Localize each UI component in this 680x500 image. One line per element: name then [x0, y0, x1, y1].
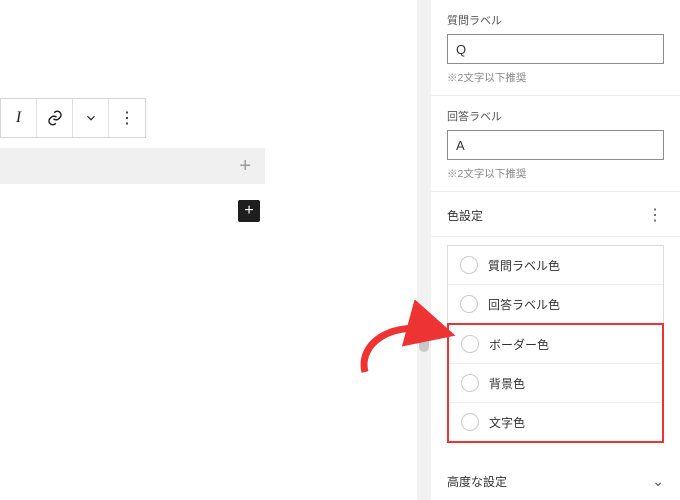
- color-swatch: [461, 413, 479, 431]
- chevron-down-icon: [84, 111, 98, 125]
- question-label-caption: 質問ラベル: [447, 12, 664, 28]
- color-row-answer-label[interactable]: 回答ラベル色: [448, 285, 663, 323]
- color-swatch: [460, 256, 478, 274]
- block-append-plus-icon[interactable]: +: [239, 156, 251, 176]
- italic-button[interactable]: I: [1, 99, 37, 137]
- app-root: I + + 質問ラベル ※2文字以下推奨 回答ラベル: [0, 0, 680, 500]
- color-settings-highlighted-box: ボーダー色 背景色 文字色: [447, 323, 664, 443]
- block-toolbar: I: [0, 98, 146, 138]
- color-row-label: 質問ラベル色: [488, 257, 560, 274]
- editor-block[interactable]: +: [0, 148, 265, 184]
- color-panel-more-button[interactable]: [646, 206, 664, 224]
- color-settings-box: 質問ラベル色 回答ラベル色: [447, 245, 664, 324]
- color-settings-list: 質問ラベル色 回答ラベル色 ボーダー色 背景色 文字色: [431, 237, 680, 457]
- color-swatch: [461, 374, 479, 392]
- question-label-hint: ※2文字以下推奨: [447, 70, 664, 85]
- color-row-label: 文字色: [489, 414, 525, 431]
- question-label-section: 質問ラベル ※2文字以下推奨: [431, 0, 680, 96]
- color-row-label: ボーダー色: [489, 336, 549, 353]
- color-row-label: 背景色: [489, 375, 525, 392]
- color-row-background[interactable]: 背景色: [449, 364, 662, 403]
- question-label-input[interactable]: [447, 34, 664, 64]
- settings-sidebar: 質問ラベル ※2文字以下推奨 回答ラベル ※2文字以下推奨 色設定 質問ラベル色: [430, 0, 680, 500]
- plus-icon: +: [244, 202, 253, 220]
- color-row-text[interactable]: 文字色: [449, 403, 662, 441]
- answer-label-section: 回答ラベル ※2文字以下推奨: [431, 96, 680, 192]
- answer-label-hint: ※2文字以下推奨: [447, 166, 664, 181]
- color-panel-title: 色設定: [447, 207, 483, 224]
- dropdown-button[interactable]: [73, 99, 109, 137]
- color-row-border[interactable]: ボーダー色: [449, 325, 662, 364]
- chevron-down-icon: ⌄: [652, 473, 664, 490]
- answer-label-input[interactable]: [447, 130, 664, 160]
- more-vertical-icon: [119, 108, 135, 128]
- color-row-label: 回答ラベル色: [488, 296, 560, 313]
- more-vertical-icon: [647, 205, 663, 225]
- color-row-question-label[interactable]: 質問ラベル色: [448, 246, 663, 285]
- color-panel-header[interactable]: 色設定: [431, 192, 680, 237]
- block-inserter-button[interactable]: +: [238, 200, 260, 222]
- advanced-settings-title: 高度な設定: [447, 473, 507, 490]
- link-button[interactable]: [37, 99, 73, 137]
- toolbar-more-button[interactable]: [109, 99, 145, 137]
- advanced-settings-row[interactable]: 高度な設定 ⌄: [431, 457, 680, 500]
- link-icon: [46, 109, 64, 127]
- color-swatch: [460, 295, 478, 313]
- editor-canvas: I + +: [0, 0, 420, 500]
- color-swatch: [461, 335, 479, 353]
- scrollbar-track: [417, 0, 431, 500]
- answer-label-caption: 回答ラベル: [447, 108, 664, 124]
- scrollbar-thumb[interactable]: [419, 316, 429, 352]
